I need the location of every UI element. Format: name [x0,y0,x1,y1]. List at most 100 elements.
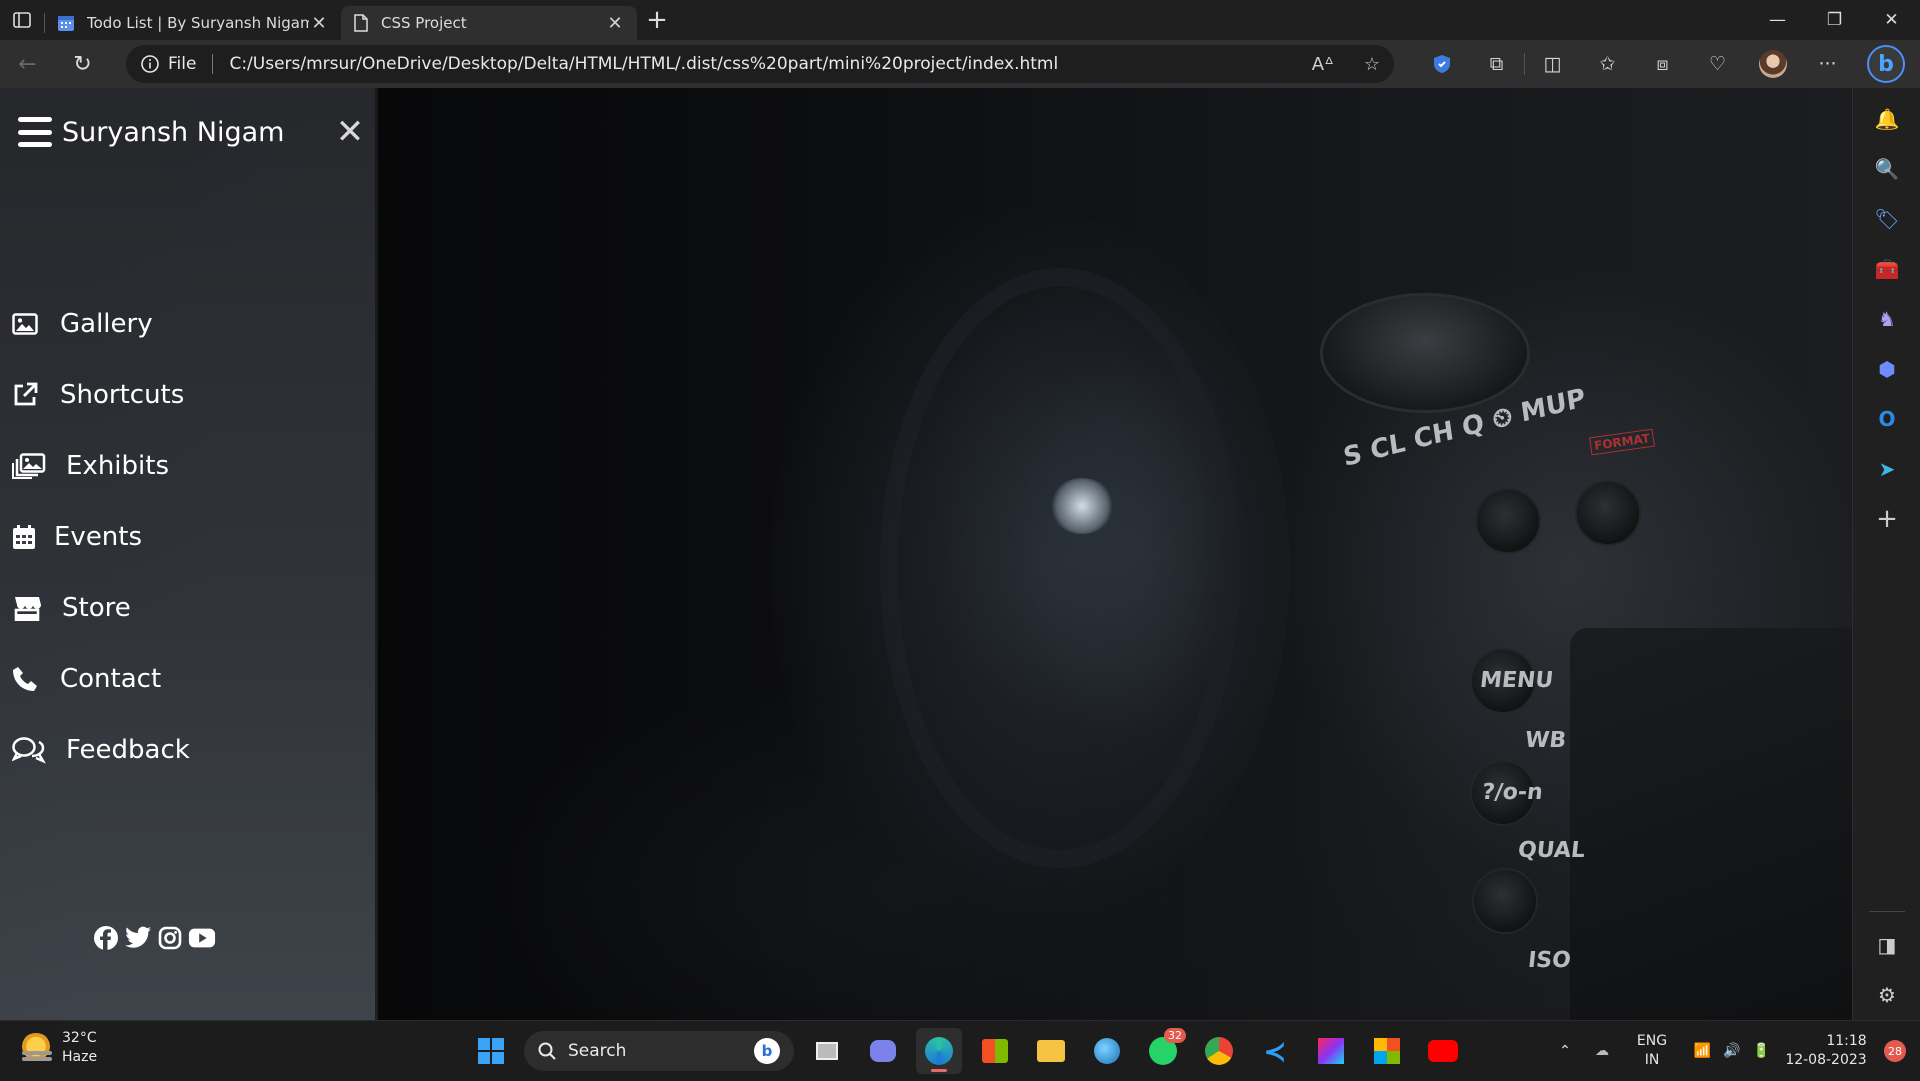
battery-icon: 🔋 [1752,1043,1771,1059]
store-taskbar-button[interactable] [972,1028,1018,1074]
file-explorer-button[interactable] [1028,1028,1074,1074]
vscode-button[interactable]: ≺ [1252,1028,1298,1074]
extensions-button[interactable]: ⧉ [1469,44,1524,84]
edge-drop-button[interactable]: ➤ [1853,444,1920,494]
close-tab-icon[interactable]: ✕ [309,13,329,34]
tab-todo-list[interactable]: Todo List | By Suryansh Nigam ✕ [45,6,341,40]
camera-iso-label: ISO [1526,948,1573,973]
site-info-button[interactable]: File [140,54,196,74]
back-arrow-icon: ← [18,51,37,77]
collections-button[interactable]: ⧈ [1635,44,1690,84]
address-divider [212,54,214,74]
clock[interactable]: 11:18 12-08-2023 [1782,1021,1878,1081]
quick-settings-button[interactable]: 📶 🔊 🔋 [1682,1021,1782,1081]
browser-essentials-button[interactable]: ♡ [1690,44,1745,84]
sidebar-close-icon[interactable]: ✕ [330,112,370,152]
earth-app-button[interactable] [1084,1028,1130,1074]
bell-icon: 🔔 [1874,107,1900,131]
edge-tools-button[interactable]: 🧰 [1853,244,1920,294]
sidebar-item-exhibits[interactable]: Exhibits [12,430,190,501]
favorites-button[interactable]: ✩ [1580,44,1635,84]
edge-hide-sidebar-button[interactable]: ◨ [1853,920,1920,970]
paper-plane-icon: ➤ [1878,457,1896,481]
sidebar-item-events[interactable]: Events [12,501,190,572]
edge-notifications-button[interactable]: 🔔 [1853,94,1920,144]
sidebar-item-feedback[interactable]: Feedback [12,714,190,785]
toolbar-icons: ⧉ ◫ ✩ ⧈ ♡ ··· b [1414,44,1905,84]
hamburger-menu-icon[interactable] [18,117,52,147]
new-tab-button[interactable]: + [637,0,677,40]
edge-settings-button[interactable]: ⚙ [1853,970,1920,1020]
edge-taskbar-button[interactable] [916,1028,962,1074]
camera-mode-dial [1320,293,1530,413]
sidebar-item-shortcuts[interactable]: Shortcuts [12,359,190,430]
chrome-button[interactable] [1196,1028,1242,1074]
back-button[interactable]: ← [0,40,55,88]
intellij-button[interactable] [1308,1028,1354,1074]
sidebar-item-gallery[interactable]: Gallery [12,288,190,359]
language-indicator[interactable]: ENG IN [1622,1021,1682,1081]
favorite-star-icon[interactable]: ☆ [1364,54,1380,75]
tag-icon: 🏷 [1874,207,1900,231]
tab-actions-button[interactable] [0,0,44,40]
notification-count-badge[interactable]: 28 [1884,1040,1906,1062]
facebook-icon[interactable] [92,924,120,952]
task-view-icon [816,1042,838,1060]
camera-qual-label: QUAL [1516,838,1587,863]
show-hidden-icons-button[interactable]: ⌃ [1548,1021,1582,1081]
window-controls: — ❐ ✕ [1749,0,1920,40]
close-window-button[interactable]: ✕ [1863,0,1920,40]
sidebar-item-store[interactable]: Store [12,572,190,643]
sun-haze-icon [20,1033,52,1063]
search-icon: 🔍 [1874,157,1900,181]
office-app-button[interactable] [1364,1028,1410,1074]
address-bar[interactable]: File C:/Users/mrsur/OneDrive/Desktop/Del… [126,45,1394,83]
instagram-icon[interactable] [156,924,184,952]
clock-time: 11:18 [1826,1033,1867,1049]
whatsapp-button[interactable]: 32 [1140,1028,1186,1074]
close-icon: ✕ [1884,10,1899,30]
info-icon [141,55,159,73]
tab-actions-icon [13,12,31,28]
tab-css-project[interactable]: CSS Project ✕ [341,6,637,40]
calendar-favicon-icon [58,16,74,31]
side-navigation: Suryansh Nigam ✕ Gallery Shortcuts Exhib… [0,88,378,1020]
sidebar-item-contact[interactable]: Contact [12,643,190,714]
profile-button[interactable] [1745,44,1800,84]
edge-shopping-button[interactable]: 🏷 [1853,194,1920,244]
camera-format-label: FORMAT [1589,428,1656,456]
minimize-button[interactable]: — [1749,0,1806,40]
read-aloud-icon[interactable]: Aᐞ [1312,54,1334,75]
taskbar-search[interactable]: Search b [524,1031,794,1071]
plus-icon: + [1876,504,1898,534]
network-alert-button[interactable]: ☁ [1582,1021,1622,1081]
edge-add-button[interactable]: + [1853,494,1920,544]
edge-copilot-button[interactable]: ⬢ [1853,344,1920,394]
browser-window: Todo List | By Suryansh Nigam ✕ CSS Proj… [0,0,1920,1020]
calendar-icon [12,524,46,550]
edge-search-button[interactable]: 🔍 [1853,144,1920,194]
twitter-icon[interactable] [124,924,152,952]
youtube-icon[interactable] [188,924,216,952]
close-tab-icon[interactable]: ✕ [605,13,625,34]
restore-button[interactable]: ❐ [1806,0,1863,40]
teams-chat-button[interactable] [860,1028,906,1074]
url-text[interactable]: C:/Users/mrsur/OneDrive/Desktop/Delta/HT… [229,54,1311,74]
start-button[interactable] [468,1028,514,1074]
weather-text: 32°C Haze [62,1029,97,1067]
restore-icon: ❐ [1826,10,1843,30]
image-icon [12,312,52,335]
bing-copilot-button[interactable]: b [1867,45,1905,83]
edge-games-button[interactable]: ♞ [1853,294,1920,344]
split-screen-button[interactable]: ◫ [1525,44,1580,84]
sidebar-item-label: Gallery [60,308,153,339]
shield-extension-button[interactable] [1414,44,1469,84]
weather-widget[interactable]: 32°C Haze [20,1029,97,1067]
tab-strip: Todo List | By Suryansh Nigam ✕ CSS Proj… [0,0,1920,40]
edge-outlook-button[interactable]: O [1853,394,1920,444]
more-options-button[interactable]: ··· [1800,44,1855,84]
sidebar-item-label: Events [54,521,143,552]
refresh-button[interactable]: ↻ [55,40,110,88]
youtube-taskbar-button[interactable] [1420,1028,1466,1074]
task-view-button[interactable] [804,1028,850,1074]
